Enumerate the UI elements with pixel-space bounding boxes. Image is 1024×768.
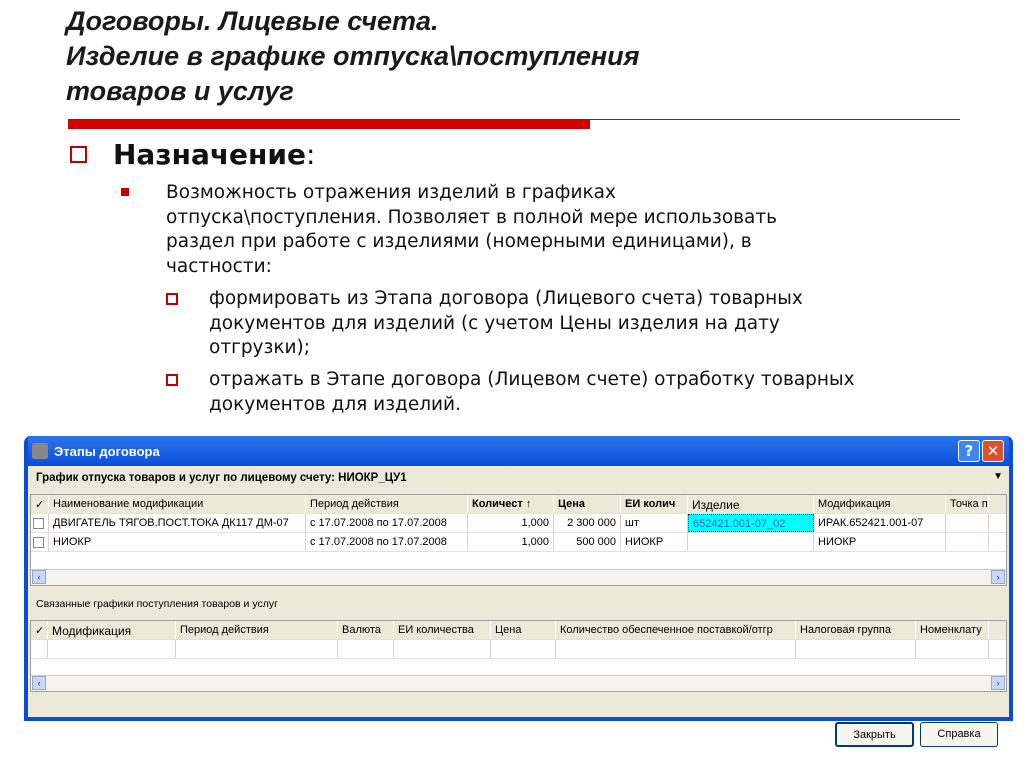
scroll-left-icon[interactable]: ‹ xyxy=(32,676,46,690)
row-checkbox[interactable] xyxy=(33,537,44,548)
square-bullet-icon xyxy=(121,188,129,196)
cell-point xyxy=(946,533,989,551)
row-checkbox[interactable] xyxy=(33,518,44,529)
title-line: Изделие в графике отпуска\поступления xyxy=(66,41,640,71)
horizontal-scrollbar[interactable]: ‹ › xyxy=(31,675,1006,691)
top-grid-header: ✓ Наименование модификации Период действ… xyxy=(31,495,1006,514)
col-check[interactable]: ✓ xyxy=(31,621,48,639)
text-line: документов для изделий (с учетом Цены из… xyxy=(209,312,780,334)
col-price[interactable]: Цена xyxy=(491,621,556,639)
cell-item[interactable] xyxy=(688,533,814,551)
cell-item-selected[interactable]: 652421.001-07_02 xyxy=(688,514,814,532)
close-button[interactable]: Закрыть xyxy=(835,722,914,747)
cell-period: с 17.07.2008 по 17.07.2008 xyxy=(306,514,468,532)
col-point[interactable]: Точка п xyxy=(946,495,989,513)
col-period[interactable]: Период действия xyxy=(176,621,338,639)
help-title-button[interactable]: ? xyxy=(958,440,980,462)
heading: Назначение: xyxy=(70,138,315,171)
cell-price: 500 000 xyxy=(554,533,621,551)
app-icon xyxy=(32,443,48,459)
empty-row xyxy=(31,640,1006,659)
paragraph: Возможность отражения изделий в графиках… xyxy=(166,181,777,279)
hollow-square-bullet-icon xyxy=(70,146,87,163)
col-name[interactable]: Наименование модификации xyxy=(49,495,306,513)
heading-text: Назначение xyxy=(113,138,307,171)
col-price[interactable]: Цена xyxy=(554,495,621,513)
text-line: документов для изделий. xyxy=(209,393,461,415)
top-grid: ✓ Наименование модификации Период действ… xyxy=(30,494,1007,586)
sub-item-2: отражать в Этапе договора (Лицевом счете… xyxy=(209,368,855,417)
window-title: Этапы договора xyxy=(54,443,160,459)
cell-name: НИОКР xyxy=(49,533,306,551)
col-nomenclature[interactable]: Номенклату xyxy=(916,621,989,639)
hollow-square-bullet-icon xyxy=(166,374,178,386)
filter-icon[interactable]: ▼ xyxy=(993,471,1003,482)
col-check[interactable]: ✓ xyxy=(31,495,49,513)
text-line: Возможность отражения изделий в графиках xyxy=(166,182,616,203)
heading-colon: : xyxy=(306,138,316,171)
table-row[interactable]: ДВИГАТЕЛЬ ТЯГОВ.ПОСТ.ТОКА ДК117 ДМ-07 с … xyxy=(31,514,1006,533)
help-button[interactable]: Справка xyxy=(920,722,998,747)
title-underline xyxy=(68,119,590,129)
title-line: товаров и услуг xyxy=(66,76,294,106)
text-line: формировать из Этапа договора (Лицевого … xyxy=(209,288,803,309)
col-item[interactable]: Изделие xyxy=(688,495,814,513)
bottom-grid: ✓ Модификация Период действия Валюта ЕИ … xyxy=(30,620,1007,692)
cell-modification: ИРАК.652421.001-07 xyxy=(814,514,946,532)
title-thin-line xyxy=(590,119,960,120)
horizontal-scrollbar[interactable]: ‹ › xyxy=(31,569,1006,585)
cell-price: 2 300 000 xyxy=(554,514,621,532)
col-unit[interactable]: ЕИ количества xyxy=(394,621,491,639)
text-line: частности: xyxy=(166,255,272,277)
title-line: Договоры. Лицевые счета. xyxy=(66,6,439,36)
col-currency[interactable]: Валюта xyxy=(338,621,394,639)
col-unit[interactable]: ЕИ колич xyxy=(621,495,688,513)
cell-point xyxy=(946,514,989,532)
cell-modification: НИОКР xyxy=(814,533,946,551)
bottom-grid-header: ✓ Модификация Период действия Валюта ЕИ … xyxy=(31,621,1006,640)
cell-period: с 17.07.2008 по 17.07.2008 xyxy=(306,533,468,551)
scroll-right-icon[interactable]: › xyxy=(991,570,1005,584)
hollow-square-bullet-icon xyxy=(166,293,178,305)
col-modification[interactable]: Модификация xyxy=(48,621,176,639)
cell-qty: 1,000 xyxy=(468,514,554,532)
cell-unit: шт xyxy=(621,514,688,532)
col-modification[interactable]: Модификация xyxy=(814,495,946,513)
table-row[interactable]: НИОКР с 17.07.2008 по 17.07.2008 1,000 5… xyxy=(31,533,1006,552)
cell-unit: НИОКР xyxy=(621,533,688,551)
col-qty[interactable]: Количест ↑ xyxy=(468,495,554,513)
col-tax-group[interactable]: Налоговая группа xyxy=(796,621,916,639)
title-bar[interactable]: Этапы договора xyxy=(28,436,1009,466)
text-line: отражать в Этапе договора (Лицевом счете… xyxy=(209,369,855,390)
caption-text: График отпуска товаров и услуг по лицево… xyxy=(36,472,407,484)
grid-header-caption: График отпуска товаров и услуг по лицево… xyxy=(28,466,1009,493)
dialog-window: Этапы договора ? ✕ График отпуска товаро… xyxy=(24,436,1013,747)
dialog-client: График отпуска товаров и услуг по лицево… xyxy=(28,466,1009,747)
cell-name: ДВИГАТЕЛЬ ТЯГОВ.ПОСТ.ТОКА ДК117 ДМ-07 xyxy=(49,514,306,532)
sub-item-1: формировать из Этапа договора (Лицевого … xyxy=(209,287,803,361)
scroll-right-icon[interactable]: › xyxy=(991,676,1005,690)
scroll-left-icon[interactable]: ‹ xyxy=(32,570,46,584)
text-line: раздел при работе с изделиями (номерными… xyxy=(166,231,752,252)
close-title-button[interactable]: ✕ xyxy=(982,440,1004,462)
cell-qty: 1,000 xyxy=(468,533,554,551)
text-line: отгрузки); xyxy=(209,337,310,358)
section-caption: Связанные графики поступления товаров и … xyxy=(36,598,278,610)
col-period[interactable]: Период действия xyxy=(306,495,468,513)
text-line: отпуска\поступления. Позволяет в полной … xyxy=(166,206,778,228)
col-supplied-qty[interactable]: Количество обеспеченное поставкой/отгр xyxy=(556,621,796,639)
slide-title: Договоры. Лицевые счета. Изделие в графи… xyxy=(66,4,640,109)
